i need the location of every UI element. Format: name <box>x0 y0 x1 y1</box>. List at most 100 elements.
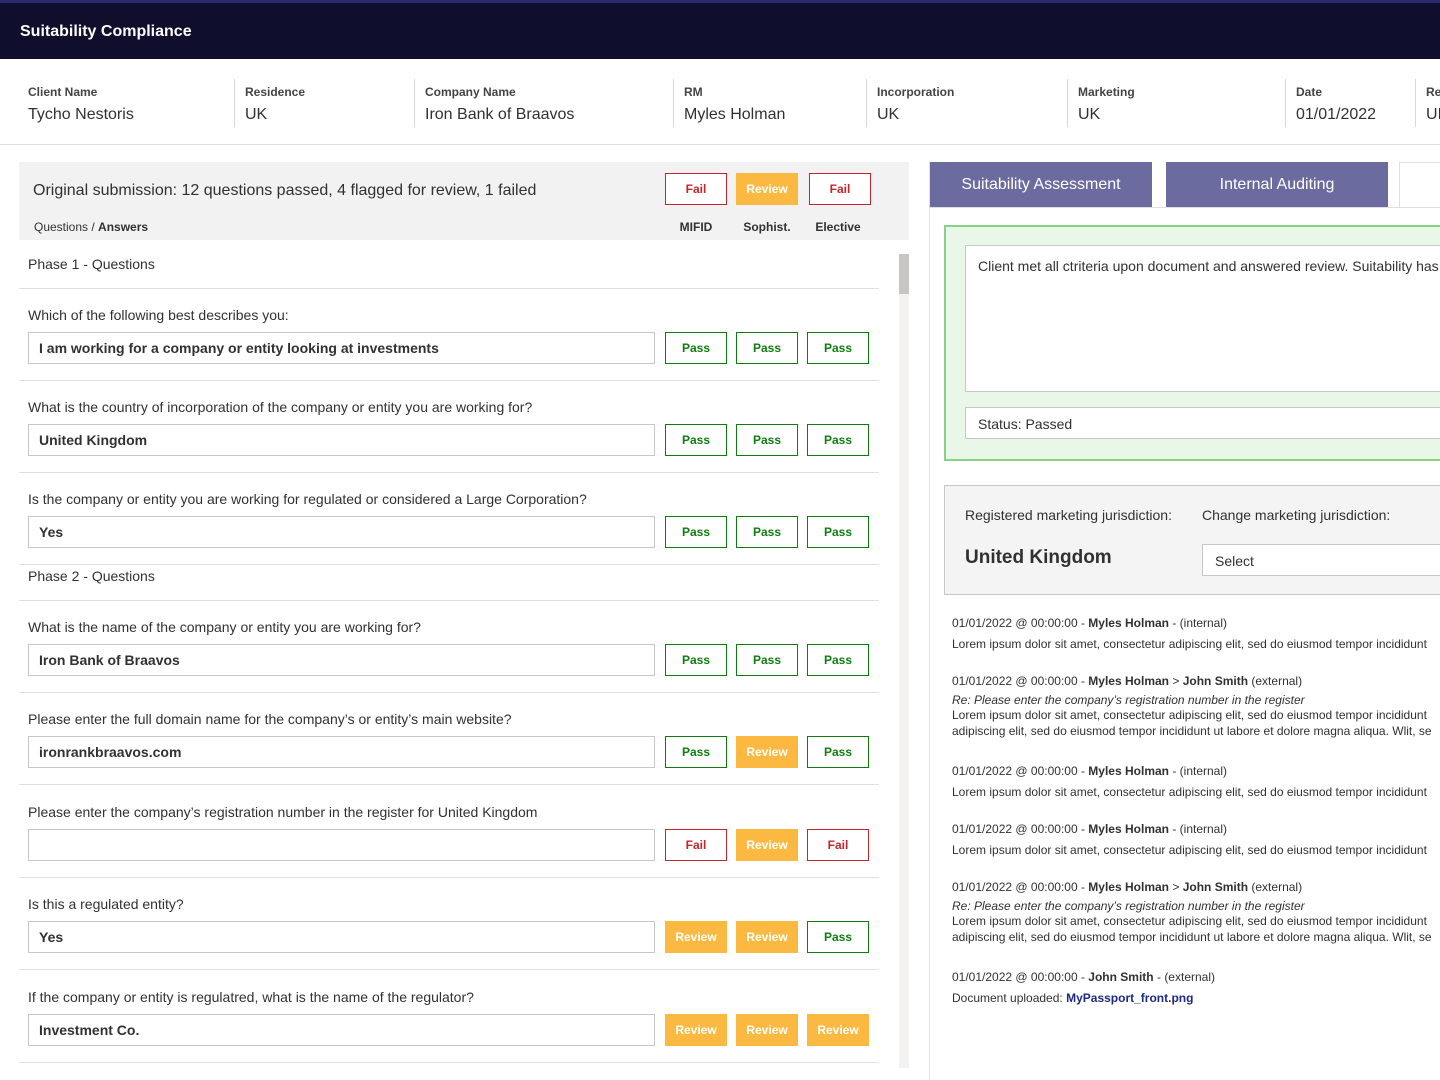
scrollbar-thumb[interactable] <box>899 254 909 294</box>
sophist-result-badge[interactable]: Review <box>736 736 798 768</box>
elective-total-badge[interactable]: Fail <box>809 173 871 205</box>
info-value: UI <box>1426 106 1440 123</box>
log-date: 01/01/2022 @ 00:00:00 <box>952 880 1078 894</box>
mifid-result-badge[interactable]: Review <box>665 1014 727 1046</box>
log-body: Lorem ipsum dolor sit amet, consectetur … <box>952 914 1427 928</box>
mifid-result-badge[interactable]: Pass <box>665 516 727 548</box>
top-bar: Suitability Compliance <box>0 0 1440 59</box>
info-value: UK <box>245 106 268 123</box>
answer-field[interactable]: I am working for a company or entity loo… <box>28 332 655 364</box>
answer-field[interactable]: Yes <box>28 516 655 548</box>
mifid-result-badge[interactable]: Review <box>665 921 727 953</box>
log-entry: 01/01/2022 @ 00:00:00 - John Smith - (ex… <box>952 970 1440 1006</box>
scrollbar-track[interactable] <box>899 254 909 1068</box>
question-row: Please enter the full domain name for th… <box>19 693 879 785</box>
info-label: Re <box>1426 85 1440 99</box>
info-label: Company Name <box>425 85 516 99</box>
jurisdiction-select[interactable]: Select <box>1202 544 1440 576</box>
elective-result-badge[interactable]: Pass <box>807 736 869 768</box>
elective-result-badge[interactable]: Pass <box>807 644 869 676</box>
phase-header: Phase 2 - Questions <box>19 566 879 601</box>
phase-title: Phase 2 - Questions <box>28 568 155 584</box>
log-body: adipiscing elit, sed do eiusmod tempor i… <box>952 930 1432 944</box>
info-value: UK <box>877 106 900 123</box>
sophist-result-badge[interactable]: Review <box>736 829 798 861</box>
log-type: (external) <box>1164 970 1215 984</box>
log-meta: 01/01/2022 @ 00:00:00 - Myles Holman > J… <box>952 880 1303 894</box>
sophist-result-badge[interactable]: Review <box>736 1014 798 1046</box>
log-date: 01/01/2022 @ 00:00:00 <box>952 616 1078 630</box>
sophist-total-badge[interactable]: Review <box>736 173 798 205</box>
answer-field[interactable]: ironrankbraavos.com <box>28 736 655 768</box>
answer-value: Yes <box>39 524 64 540</box>
elective-result-badge[interactable]: Pass <box>807 516 869 548</box>
answer-field[interactable]: Investment Co. <box>28 1014 655 1046</box>
uploaded-file-link[interactable]: MyPassport_front.png <box>1066 991 1193 1005</box>
tab-internal-auditing[interactable]: Internal Auditing <box>1166 162 1388 207</box>
assessment-panel: Suitability Assessment Internal Auditing… <box>929 162 1440 1080</box>
log-date: 01/01/2022 @ 00:00:00 <box>952 764 1078 778</box>
elective-result-badge[interactable]: Pass <box>807 921 869 953</box>
info-value: UK <box>1078 106 1101 123</box>
upload-label: Document uploaded: <box>952 991 1063 1005</box>
log-entry: 01/01/2022 @ 00:00:00 - Myles Holman - (… <box>952 616 1440 652</box>
info-value: Myles Holman <box>684 106 786 123</box>
status-field[interactable]: Status: Passed <box>965 407 1440 439</box>
sophist-result-badge[interactable]: Pass <box>736 424 798 456</box>
sophist-result-badge[interactable]: Pass <box>736 332 798 364</box>
question-row: What is the name of the company or entit… <box>19 601 879 693</box>
phase-title: Phase 1 - Questions <box>28 256 155 272</box>
column-elective: Elective <box>815 220 861 234</box>
sophist-result-badge[interactable]: Pass <box>736 644 798 676</box>
log-body: Lorem ipsum dolor sit amet, consectetur … <box>952 708 1427 722</box>
mifid-result-badge[interactable]: Pass <box>665 424 727 456</box>
answer-field[interactable]: Yes <box>28 921 655 953</box>
log-meta: 01/01/2022 @ 00:00:00 - Myles Holman - (… <box>952 764 1228 778</box>
client-info-bar: Client Name Tycho Nestoris Residence UK … <box>0 59 1440 145</box>
info-value: Iron Bank of Braavos <box>425 106 575 123</box>
mifid-result-badge[interactable]: Pass <box>665 736 727 768</box>
log-type: (internal) <box>1179 822 1228 836</box>
question-text: Is the company or entity you are working… <box>28 491 587 507</box>
log-type: (internal) <box>1179 764 1228 778</box>
answer-field[interactable] <box>28 829 655 861</box>
sophist-result-badge[interactable]: Pass <box>736 516 798 548</box>
elective-result-badge[interactable]: Pass <box>807 424 869 456</box>
question-row: Which of the following best describes yo… <box>19 289 879 381</box>
info-label: Residence <box>245 85 306 99</box>
log-body: adipiscing elit, sed do eiusmod tempor i… <box>952 724 1432 738</box>
info-company-name: Company Name Iron Bank of Braavos <box>414 79 574 127</box>
mifid-total-badge[interactable]: Fail <box>665 173 727 205</box>
mifid-result-badge[interactable]: Fail <box>665 829 727 861</box>
elective-result-badge[interactable]: Review <box>807 1014 869 1046</box>
column-mifid: MIFID <box>679 220 713 234</box>
answer-field[interactable]: United Kingdom <box>28 424 655 456</box>
log-meta: 01/01/2022 @ 00:00:00 - Myles Holman > J… <box>952 674 1303 688</box>
info-rm: RM Myles Holman <box>673 79 785 127</box>
question-text: Please enter the full domain name for th… <box>28 711 512 727</box>
info-incorporation: Incorporation UK <box>866 79 954 127</box>
tab-suitability-assessment[interactable]: Suitability Assessment <box>930 162 1152 207</box>
log-upload: Document uploaded: MyPassport_front.png <box>952 990 1440 1006</box>
elective-result-badge[interactable]: Pass <box>807 332 869 364</box>
log-meta: 01/01/2022 @ 00:00:00 - Myles Holman - (… <box>952 616 1228 630</box>
questions-list[interactable]: Phase 1 - Questions Which of the followi… <box>19 254 897 1080</box>
sophist-result-badge[interactable]: Review <box>736 921 798 953</box>
mifid-result-badge[interactable]: Pass <box>665 332 727 364</box>
elective-result-badge[interactable]: Fail <box>807 829 869 861</box>
question-text: If the company or entity is regulatred, … <box>28 989 474 1005</box>
log-body: Lorem ipsum dolor sit amet, consectetur … <box>952 843 1427 857</box>
answer-field[interactable]: Iron Bank of Braavos <box>28 644 655 676</box>
info-label: RM <box>684 85 703 99</box>
question-row: Is the company or entity you are working… <box>19 473 879 565</box>
info-client-name: Client Name Tycho Nestoris <box>28 79 134 127</box>
tab-third[interactable] <box>1399 162 1440 207</box>
slash-separator: / <box>88 220 99 234</box>
log-author: Myles Holman <box>1088 880 1169 894</box>
question-text: What is the country of incorporation of … <box>28 399 533 415</box>
log-arrow: > <box>1172 880 1180 894</box>
mifid-result-badge[interactable]: Pass <box>665 644 727 676</box>
log-author: Myles Holman <box>1088 674 1169 688</box>
assessment-comment-field[interactable]: Client met all ctriteria upon document a… <box>965 245 1440 392</box>
log-recipient: John Smith <box>1182 674 1249 688</box>
